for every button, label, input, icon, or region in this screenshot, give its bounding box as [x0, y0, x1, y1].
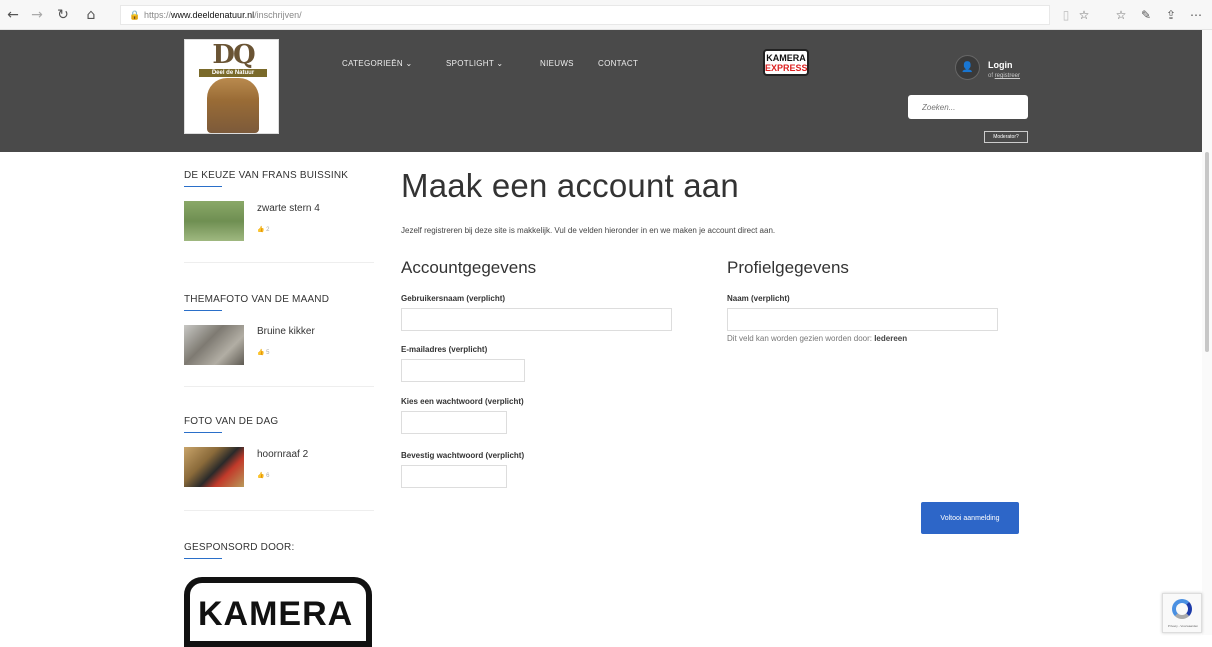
divider	[184, 262, 374, 263]
refresh-icon[interactable]: ↻	[54, 6, 72, 24]
like-icon: 👍	[257, 349, 265, 356]
divider	[184, 386, 374, 387]
share-icon[interactable]: ⇪	[1163, 6, 1179, 24]
sponsor-logo-text: KAMERA	[198, 595, 354, 633]
sidebar-section-keuze: DE KEUZE VAN FRANS BUISSINK	[184, 170, 348, 187]
favorite-star-icon[interactable]: ☆	[1076, 6, 1092, 24]
title-underline	[184, 310, 222, 311]
sidebar-title: GESPONSORD DOOR:	[184, 542, 295, 553]
search-input[interactable]	[908, 95, 1028, 119]
nav-categorieen[interactable]: CATEGORIEËN ⌄	[342, 59, 412, 68]
title-underline	[184, 186, 222, 187]
thumbnail-bruine-kikker[interactable]	[184, 325, 244, 365]
divider	[184, 510, 374, 511]
password-label: Kies een wachtwoord (verplicht)	[401, 397, 524, 406]
favorites-hub-icon[interactable]: ☆	[1113, 6, 1129, 24]
like-value: 6	[266, 473, 270, 479]
url-path: /inschrijven/	[254, 10, 302, 20]
lock-icon: 🔒	[129, 11, 141, 21]
recaptcha-badge[interactable]: Privacy - Voorwaarden	[1162, 593, 1202, 633]
deer-image	[207, 78, 259, 133]
intro-text: Jezelf registreren bij deze site is makk…	[401, 226, 776, 235]
reading-view-icon[interactable]: ▯	[1058, 6, 1074, 24]
browser-toolbar: ← → ↻ ⌂ 🔒 https://www.deeldenatuur.nl/ins…	[0, 0, 1212, 30]
sponsor-logo-header[interactable]: KAMERA EXPRESS	[763, 49, 809, 76]
forward-icon[interactable]: →	[28, 6, 46, 24]
username-label: Gebruikersnaam (verplicht)	[401, 294, 506, 303]
like-count: 👍 2	[257, 226, 270, 233]
sidebar-item-title[interactable]: hoornraaf 2	[257, 449, 308, 460]
moderator-button[interactable]: Moderator?	[984, 131, 1028, 143]
username-field[interactable]	[401, 308, 672, 331]
confirm-password-label: Bevestig wachtwoord (verplicht)	[401, 451, 525, 460]
logo-ribbon: Deel de Natuur	[199, 69, 267, 77]
more-icon[interactable]: ⋯	[1188, 6, 1204, 24]
name-field[interactable]	[727, 308, 998, 331]
title-underline	[184, 432, 222, 433]
register-line: of registreer	[988, 73, 1020, 79]
page-title: Maak een account aan	[401, 167, 739, 204]
site-header: DQ Deel de Natuur CATEGORIEËN ⌄ SPOTLIGH…	[0, 30, 1202, 152]
visibility-prefix: Dit veld kan worden gezien worden door:	[727, 334, 875, 343]
like-value: 5	[266, 350, 270, 356]
thumbnail-hoornraaf[interactable]	[184, 447, 244, 487]
like-icon: 👍	[257, 226, 265, 233]
url-prefix: https://	[144, 10, 172, 20]
sidebar-section-foto-van-de-dag: FOTO VAN DE DAG	[184, 416, 278, 433]
sidebar-title: FOTO VAN DE DAG	[184, 416, 279, 427]
submit-registration-button[interactable]: Voltooi aanmelding	[921, 502, 1019, 534]
avatar-icon[interactable]: 👤	[955, 55, 980, 80]
recaptcha-text: Privacy - Voorwaarden	[1167, 624, 1199, 628]
sidebar-title: THEMAFOTO VAN DE MAAND	[184, 294, 330, 305]
sidebar-item-title[interactable]: Bruine kikker	[257, 326, 315, 337]
home-icon[interactable]: ⌂	[82, 6, 100, 24]
register-link[interactable]: registreer	[995, 73, 1020, 79]
like-count: 👍 5	[257, 349, 270, 356]
url-domain: www.deeldenatuur.nl	[171, 10, 255, 20]
login-link[interactable]: Login	[988, 60, 1013, 70]
title-underline	[184, 558, 222, 559]
pen-icon[interactable]: ✎	[1138, 6, 1154, 24]
account-heading: Accountgegevens	[401, 258, 537, 277]
sidebar-title: DE KEUZE VAN FRANS BUISSINK	[184, 170, 349, 181]
like-value: 2	[266, 227, 270, 233]
confirm-password-field[interactable]	[401, 465, 507, 488]
sidebar-section-sponsor: GESPONSORD DOOR:	[184, 542, 294, 559]
profile-heading: Profielgegevens	[727, 258, 849, 277]
like-count: 👍 6	[257, 472, 270, 479]
logo-mark: DQ	[212, 40, 255, 70]
email-field[interactable]	[401, 359, 525, 382]
scrollbar-thumb[interactable]	[1205, 152, 1209, 352]
like-icon: 👍	[257, 472, 265, 479]
nav-contact[interactable]: CONTACT	[598, 59, 638, 68]
sponsor-logo-sidebar[interactable]: KAMERA	[184, 577, 372, 647]
recaptcha-icon	[1172, 599, 1192, 619]
password-field[interactable]	[401, 411, 507, 434]
register-prefix: of	[988, 73, 995, 79]
address-bar[interactable]: 🔒 https://www.deeldenatuur.nl/inschrijven…	[120, 5, 1050, 25]
nav-nieuws[interactable]: NIEUWS	[540, 59, 574, 68]
sidebar-item-title[interactable]: zwarte stern 4	[257, 203, 320, 214]
email-label: E-mailadres (verplicht)	[401, 345, 488, 354]
sponsor-line2: EXPRESS	[765, 63, 808, 73]
nav-spotlight[interactable]: SPOTLIGHT ⌄	[446, 59, 503, 68]
visibility-note: Dit veld kan worden gezien worden door: …	[727, 334, 907, 343]
thumbnail-zwarte-stern[interactable]	[184, 201, 244, 241]
site-logo[interactable]: DQ Deel de Natuur	[184, 39, 279, 134]
back-icon[interactable]: ←	[4, 6, 22, 24]
visibility-value[interactable]: Iedereen	[874, 334, 907, 343]
name-label: Naam (verplicht)	[727, 294, 790, 303]
sidebar-section-themafoto: THEMAFOTO VAN DE MAAND	[184, 294, 329, 311]
sponsor-line1: KAMERA	[766, 53, 806, 63]
